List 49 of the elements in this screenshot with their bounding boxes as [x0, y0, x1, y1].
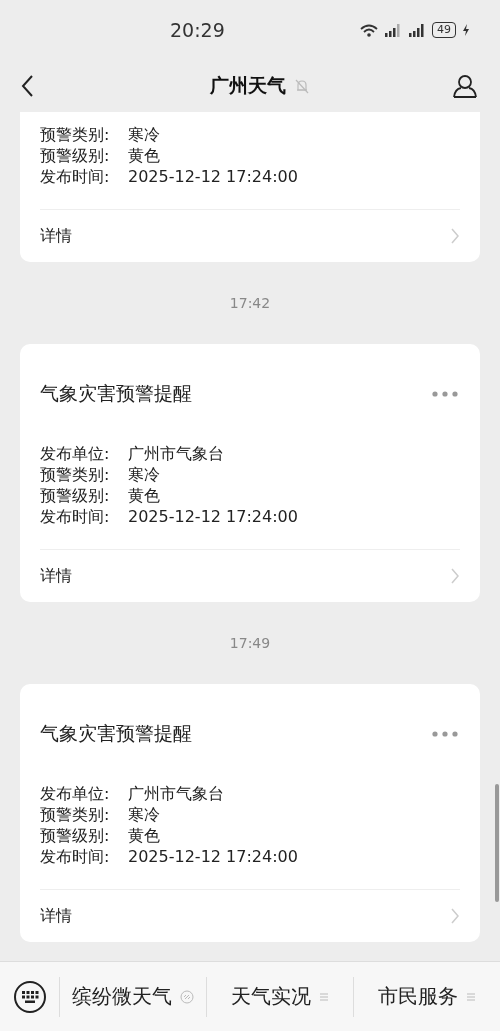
field-value: 2025-12-12 17:24:00	[128, 166, 298, 187]
signal-icon	[384, 23, 402, 37]
more-icon[interactable]	[432, 391, 458, 397]
field-value: 广州市气象台	[128, 443, 224, 464]
field-label: 发布单位:	[40, 443, 111, 464]
field-value: 寒冷	[128, 464, 160, 485]
profile-icon[interactable]	[452, 73, 478, 99]
chevron-icon	[450, 907, 460, 925]
field-label: 发布时间:	[40, 166, 111, 187]
field-value: 寒冷	[128, 124, 160, 145]
timestamp: 17:49	[228, 634, 272, 653]
menu-item[interactable]: 天气实况	[206, 976, 353, 1017]
charging-icon	[462, 23, 470, 37]
field-value: 黄色	[128, 485, 160, 506]
field-label: 预警类别:	[40, 804, 111, 825]
menu-item[interactable]: 缤纷微天气	[59, 976, 206, 1017]
field-value: 黄色	[128, 825, 160, 846]
menu-item[interactable]: 市民服务	[353, 976, 500, 1017]
field-label: 预警类别:	[40, 124, 111, 145]
field-label: 发布时间:	[40, 846, 111, 867]
details-link[interactable]: 详情	[40, 209, 460, 262]
field-value: 寒冷	[128, 804, 160, 825]
more-icon[interactable]	[432, 731, 458, 737]
chevron-icon	[450, 227, 460, 245]
card-title: 气象灾害预警提醒	[40, 721, 192, 746]
wifi-icon	[358, 22, 378, 38]
field-value: 黄色	[128, 145, 160, 166]
details-link[interactable]: 详情	[40, 549, 460, 602]
field-label: 预警级别:	[40, 485, 111, 506]
field-label: 预警类别:	[40, 464, 111, 485]
field-label: 发布单位:	[40, 783, 111, 804]
keyboard-icon[interactable]	[13, 979, 47, 1014]
field-value: 2025-12-12 17:24:00	[128, 506, 298, 527]
field-label: 预警级别:	[40, 145, 111, 166]
field-label: 发布时间:	[40, 506, 111, 527]
battery-level: 49	[432, 22, 456, 38]
chevron-icon	[450, 567, 460, 585]
menu-icon	[319, 991, 329, 1002]
field-label: 预警级别:	[40, 825, 111, 846]
chat-title: 广州天气	[210, 73, 286, 98]
signal-icon	[408, 23, 426, 37]
details-link[interactable]: 详情	[40, 889, 460, 942]
field-value: 2025-12-12 17:24:00	[128, 846, 298, 867]
field-value: 广州市气象台	[128, 783, 224, 804]
timestamp: 17:42	[228, 294, 272, 313]
status-time: 20:29	[170, 19, 225, 41]
menu-icon	[466, 991, 476, 1002]
card-title: 气象灾害预警提醒	[40, 381, 192, 406]
link-icon	[180, 989, 194, 1004]
